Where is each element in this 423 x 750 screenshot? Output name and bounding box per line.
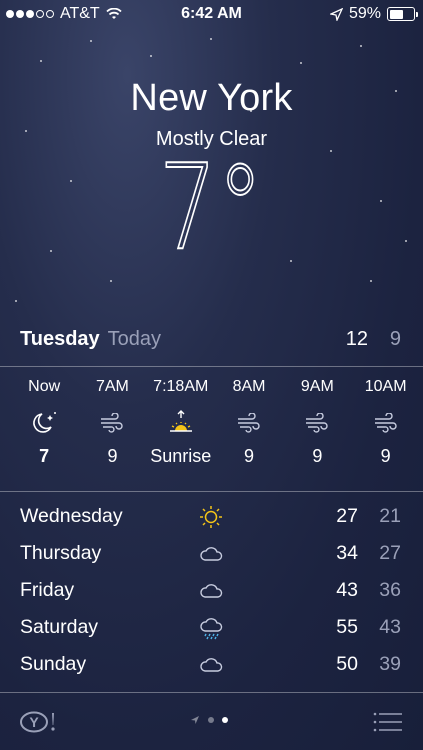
daily-forecast: Wednesday 27 21 Thursday 34 27 Friday 43… [20, 502, 403, 687]
city-name: New York [130, 77, 293, 119]
hourly-forecast[interactable]: Now 7 7AM 9 7:18AM Sunrise 8AM 9 9AM 9 1… [10, 378, 420, 470]
cloud-icon [200, 547, 223, 561]
daily-low: 21 [379, 505, 401, 527]
hourly-time: 9AM [300, 378, 334, 395]
status-bar: AT&T 6:42 AM 59% [0, 0, 423, 28]
daily-high: 50 [336, 653, 358, 675]
daily-high: 27 [336, 505, 358, 527]
battery-percent: 59% [348, 5, 381, 22]
current-temperature: 7° [158, 138, 264, 276]
daily-row: Sunday 50 39 [20, 650, 403, 687]
hourly-time: Now [28, 378, 61, 395]
moon-stars-icon [33, 412, 57, 433]
wind-icon [101, 413, 124, 433]
page-indicator[interactable] [190, 715, 228, 725]
today-low: 9 [389, 328, 401, 350]
battery-icon [387, 7, 418, 21]
today-day-name: Tuesday [20, 328, 100, 350]
daily-day-name: Friday [20, 579, 75, 601]
hourly-time: 7AM [95, 378, 129, 395]
wind-icon [306, 413, 328, 433]
hourly-item: 8AM 9 [215, 378, 283, 470]
daily-row: Saturday 55 43 [20, 613, 403, 650]
location-arrow-icon [191, 716, 199, 724]
hourly-value: 9 [107, 446, 118, 466]
daily-row: Wednesday 27 21 [20, 502, 403, 539]
hourly-item: 10AM 9 [351, 378, 419, 470]
daily-day-name: Saturday [20, 616, 99, 638]
hourly-item: Now 7 [10, 378, 78, 470]
daily-low: 43 [379, 616, 401, 638]
daily-low: 36 [379, 579, 401, 601]
hourly-value: Sunrise [150, 446, 212, 466]
sun-icon [200, 506, 222, 528]
city-list-button[interactable] [373, 711, 403, 733]
today-summary: Tuesday Today 12 9 [20, 328, 403, 354]
yahoo-logo-button[interactable]: Y [20, 711, 58, 733]
daily-row: Thursday 34 27 [20, 539, 403, 576]
today-label: Today [107, 328, 162, 350]
daily-high: 34 [336, 542, 358, 564]
page-dot-active [222, 717, 228, 723]
hourly-value: 9 [244, 446, 255, 466]
yahoo-icon: Y [20, 711, 55, 733]
hourly-value: 7 [39, 446, 50, 466]
hourly-time: 10AM [364, 378, 407, 395]
svg-text:Y: Y [29, 714, 39, 730]
cloud-rain-icon [200, 618, 223, 640]
wind-icon [374, 413, 397, 433]
sunrise-icon [169, 410, 192, 432]
daily-high: 43 [336, 579, 358, 601]
hourly-value: 9 [380, 446, 391, 466]
divider-middle [0, 491, 423, 492]
wind-icon [238, 413, 260, 433]
bottom-toolbar: Y [0, 693, 423, 750]
hourly-item: 7:18AM Sunrise [147, 378, 215, 470]
location-arrow-icon [329, 7, 343, 21]
divider-top [0, 366, 423, 367]
cloud-icon [200, 658, 223, 672]
daily-low: 27 [379, 542, 401, 564]
hourly-time: 7:18AM [153, 378, 209, 395]
hourly-value: 9 [312, 446, 323, 466]
daily-day-name: Sunday [20, 653, 87, 675]
daily-day-name: Thursday [20, 542, 102, 564]
page-dot [208, 717, 214, 723]
hourly-item: 7AM 9 [78, 378, 146, 470]
hourly-time: 8AM [232, 378, 266, 395]
daily-low: 39 [379, 653, 401, 675]
cloud-icon [200, 584, 223, 598]
hourly-item: 9AM 9 [283, 378, 351, 470]
today-high: 12 [345, 328, 368, 350]
daily-row: Friday 43 36 [20, 576, 403, 613]
daily-high: 55 [336, 616, 358, 638]
daily-day-name: Wednesday [20, 505, 123, 527]
list-icon [373, 712, 402, 732]
